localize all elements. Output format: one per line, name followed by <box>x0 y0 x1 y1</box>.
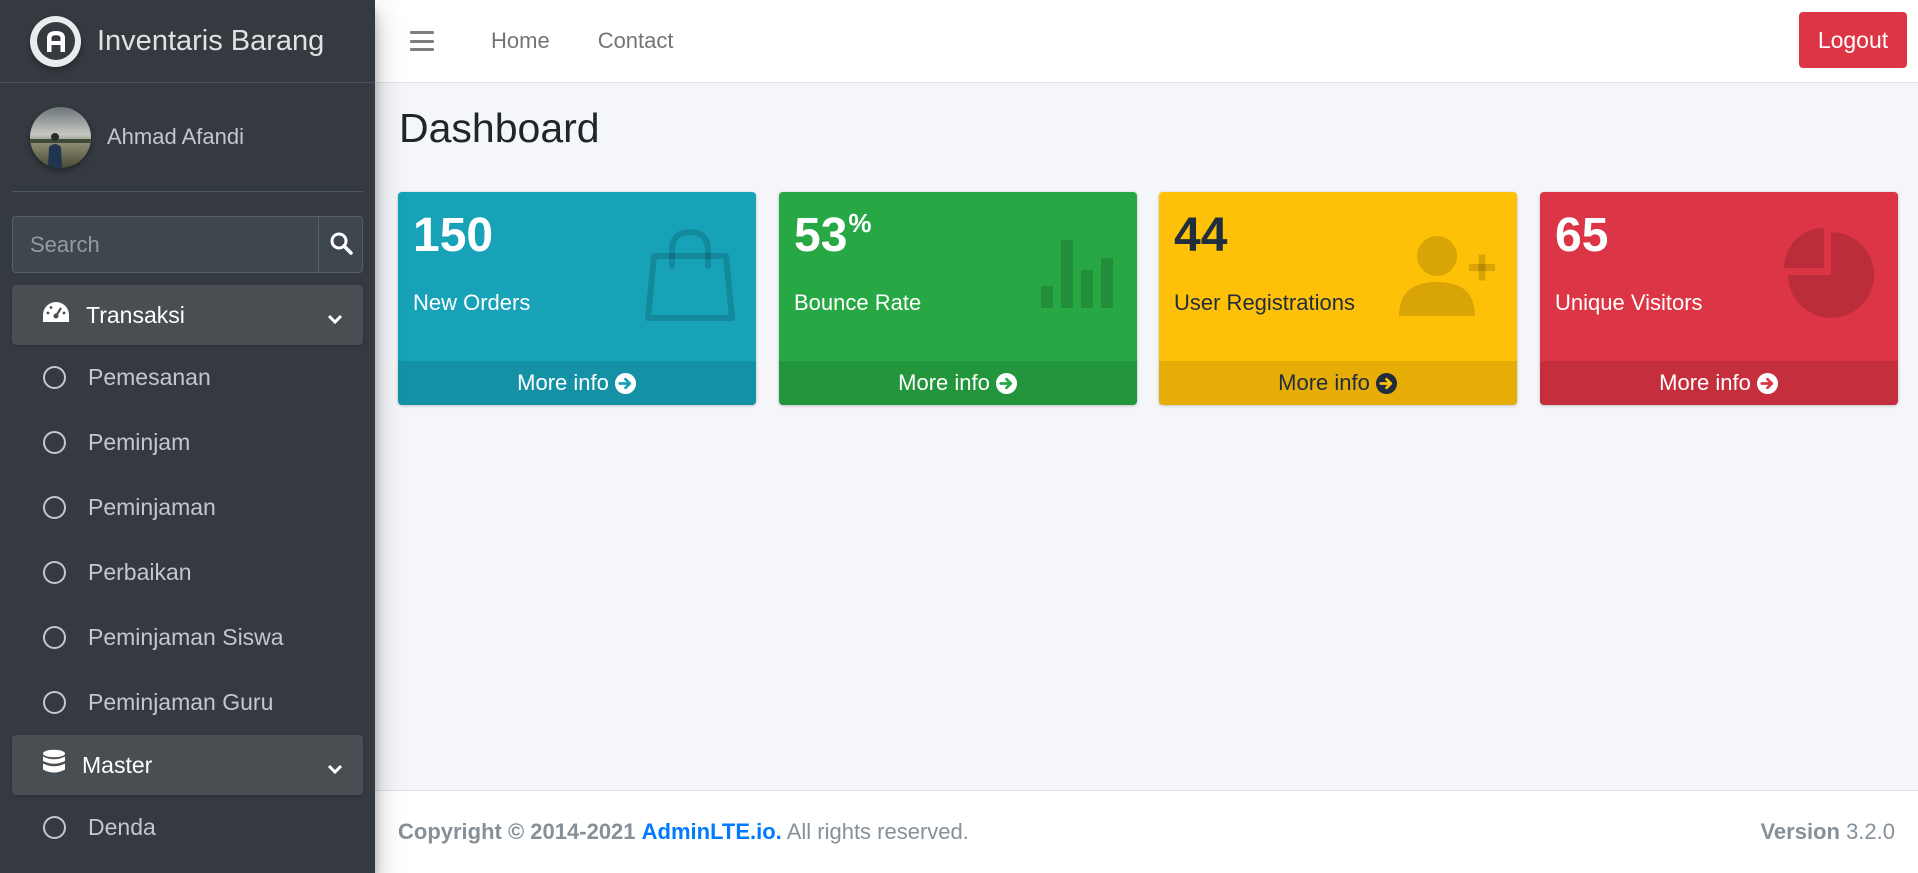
top-navbar: Home Contact Logout <box>375 0 1918 83</box>
arrow-circle-right-icon <box>1375 372 1398 395</box>
stat-box-bounce-rate: 53% Bounce Rate More info <box>779 192 1137 405</box>
sidebar-item-label: Peminjaman Siswa <box>88 624 284 650</box>
sidebar-item-denda[interactable]: Denda <box>12 795 363 860</box>
more-info-label: More info <box>898 370 990 395</box>
pie-chart-icon <box>1784 228 1878 327</box>
more-info-link[interactable]: More info <box>398 361 756 405</box>
stat-label: New Orders <box>413 290 531 315</box>
stat-box-unique-visitors: 65 Unique Visitors More info <box>1540 192 1898 405</box>
sidebar-item-pemesanan[interactable]: Pemesanan <box>12 345 363 410</box>
sidebar-item-peminjaman-guru[interactable]: Peminjaman Guru <box>12 670 363 735</box>
hamburger-menu-icon[interactable] <box>410 31 434 51</box>
search-icon <box>329 231 353 258</box>
stat-label: Unique Visitors <box>1555 290 1703 315</box>
adminlte-link[interactable]: AdminLTE.io. <box>642 819 782 844</box>
bar-chart-icon <box>1041 240 1115 313</box>
sidebar-item-label: Denda <box>88 814 156 840</box>
circle-icon <box>43 431 66 454</box>
sidebar-item-perbaikan[interactable]: Perbaikan <box>12 540 363 605</box>
sidebar-nav: Transaksi Pemesanan Peminjam Peminjaman … <box>12 285 363 860</box>
page-title: Dashboard <box>399 105 600 151</box>
stat-value: 65 <box>1555 209 1609 262</box>
version-number: 3.2.0 <box>1846 819 1895 844</box>
nav-link-contact[interactable]: Contact <box>598 28 674 54</box>
sidebar-item-label: Peminjaman Guru <box>88 689 274 715</box>
search-input[interactable] <box>12 216 318 273</box>
user-plus-icon <box>1399 232 1495 321</box>
arrow-circle-right-icon <box>614 372 637 395</box>
logout-button[interactable]: Logout <box>1799 12 1907 68</box>
arrow-circle-right-icon <box>1756 372 1779 395</box>
stat-box-user-registrations: 44 User Registrations More info <box>1159 192 1517 405</box>
more-info-link[interactable]: More info <box>779 361 1137 405</box>
chevron-down-icon <box>327 755 343 782</box>
copyright: Copyright © 2014-2021 AdminLTE.io. All r… <box>398 819 969 845</box>
tachometer-icon <box>42 301 70 329</box>
circle-icon <box>43 626 66 649</box>
shopping-bag-icon <box>644 226 736 327</box>
brand-title: Inventaris Barang <box>97 24 325 57</box>
sidebar-section-transaksi[interactable]: Transaksi <box>12 285 363 345</box>
circle-icon <box>43 366 66 389</box>
search-button[interactable] <box>318 216 363 273</box>
more-info-link[interactable]: More info <box>1540 361 1898 405</box>
copyright-text: Copyright © 2014-2021 <box>398 819 636 844</box>
brand-link[interactable]: Inventaris Barang <box>0 0 375 83</box>
sidebar-item-label: Peminjam <box>88 429 191 455</box>
stat-value: 44 <box>1174 209 1228 262</box>
database-icon <box>42 749 66 781</box>
rights-text: All rights reserved. <box>786 819 969 844</box>
more-info-label: More info <box>517 370 609 395</box>
sidebar-item-peminjaman-siswa[interactable]: Peminjaman Siswa <box>12 605 363 670</box>
stat-label: User Registrations <box>1174 290 1355 315</box>
sidebar-search <box>12 216 363 273</box>
sidebar-item-label: Perbaikan <box>88 559 192 585</box>
arrow-circle-right-icon <box>995 372 1018 395</box>
more-info-label: More info <box>1659 370 1751 395</box>
sidebar: Inventaris Barang Ahmad Afandi Search Tr… <box>0 0 375 873</box>
avatar[interactable] <box>30 106 91 168</box>
circle-icon <box>43 816 66 839</box>
more-info-link[interactable]: More info <box>1159 361 1517 405</box>
sidebar-item-label: Peminjaman <box>88 494 216 520</box>
circle-icon <box>43 561 66 584</box>
stat-label: Bounce Rate <box>794 290 922 315</box>
stat-box-new-orders: 150 New Orders More info <box>398 192 756 405</box>
sidebar-section-label: Master <box>82 751 153 778</box>
sidebar-section-master[interactable]: Master <box>12 735 363 795</box>
sidebar-section-label: Transaksi <box>86 301 185 328</box>
sidebar-item-peminjam[interactable]: Peminjam <box>12 410 363 475</box>
stat-value: 53% <box>794 208 872 262</box>
chevron-down-icon <box>327 305 343 332</box>
nav-link-home[interactable]: Home <box>491 28 550 54</box>
user-panel: Ahmad Afandi <box>12 83 363 192</box>
version-label: Version <box>1760 819 1840 844</box>
stat-suffix: % <box>848 208 872 238</box>
brand-logo-icon <box>30 15 81 67</box>
page-footer: Copyright © 2014-2021 AdminLTE.io. All r… <box>375 790 1918 873</box>
sidebar-item-label: Pemesanan <box>88 364 211 390</box>
version-info: Version 3.2.0 <box>1760 819 1895 845</box>
more-info-label: More info <box>1278 370 1370 395</box>
user-name[interactable]: Ahmad Afandi <box>107 124 244 150</box>
sidebar-item-peminjaman[interactable]: Peminjaman <box>12 475 363 540</box>
circle-icon <box>43 496 66 519</box>
circle-icon <box>43 691 66 714</box>
stat-value: 150 <box>413 209 494 262</box>
